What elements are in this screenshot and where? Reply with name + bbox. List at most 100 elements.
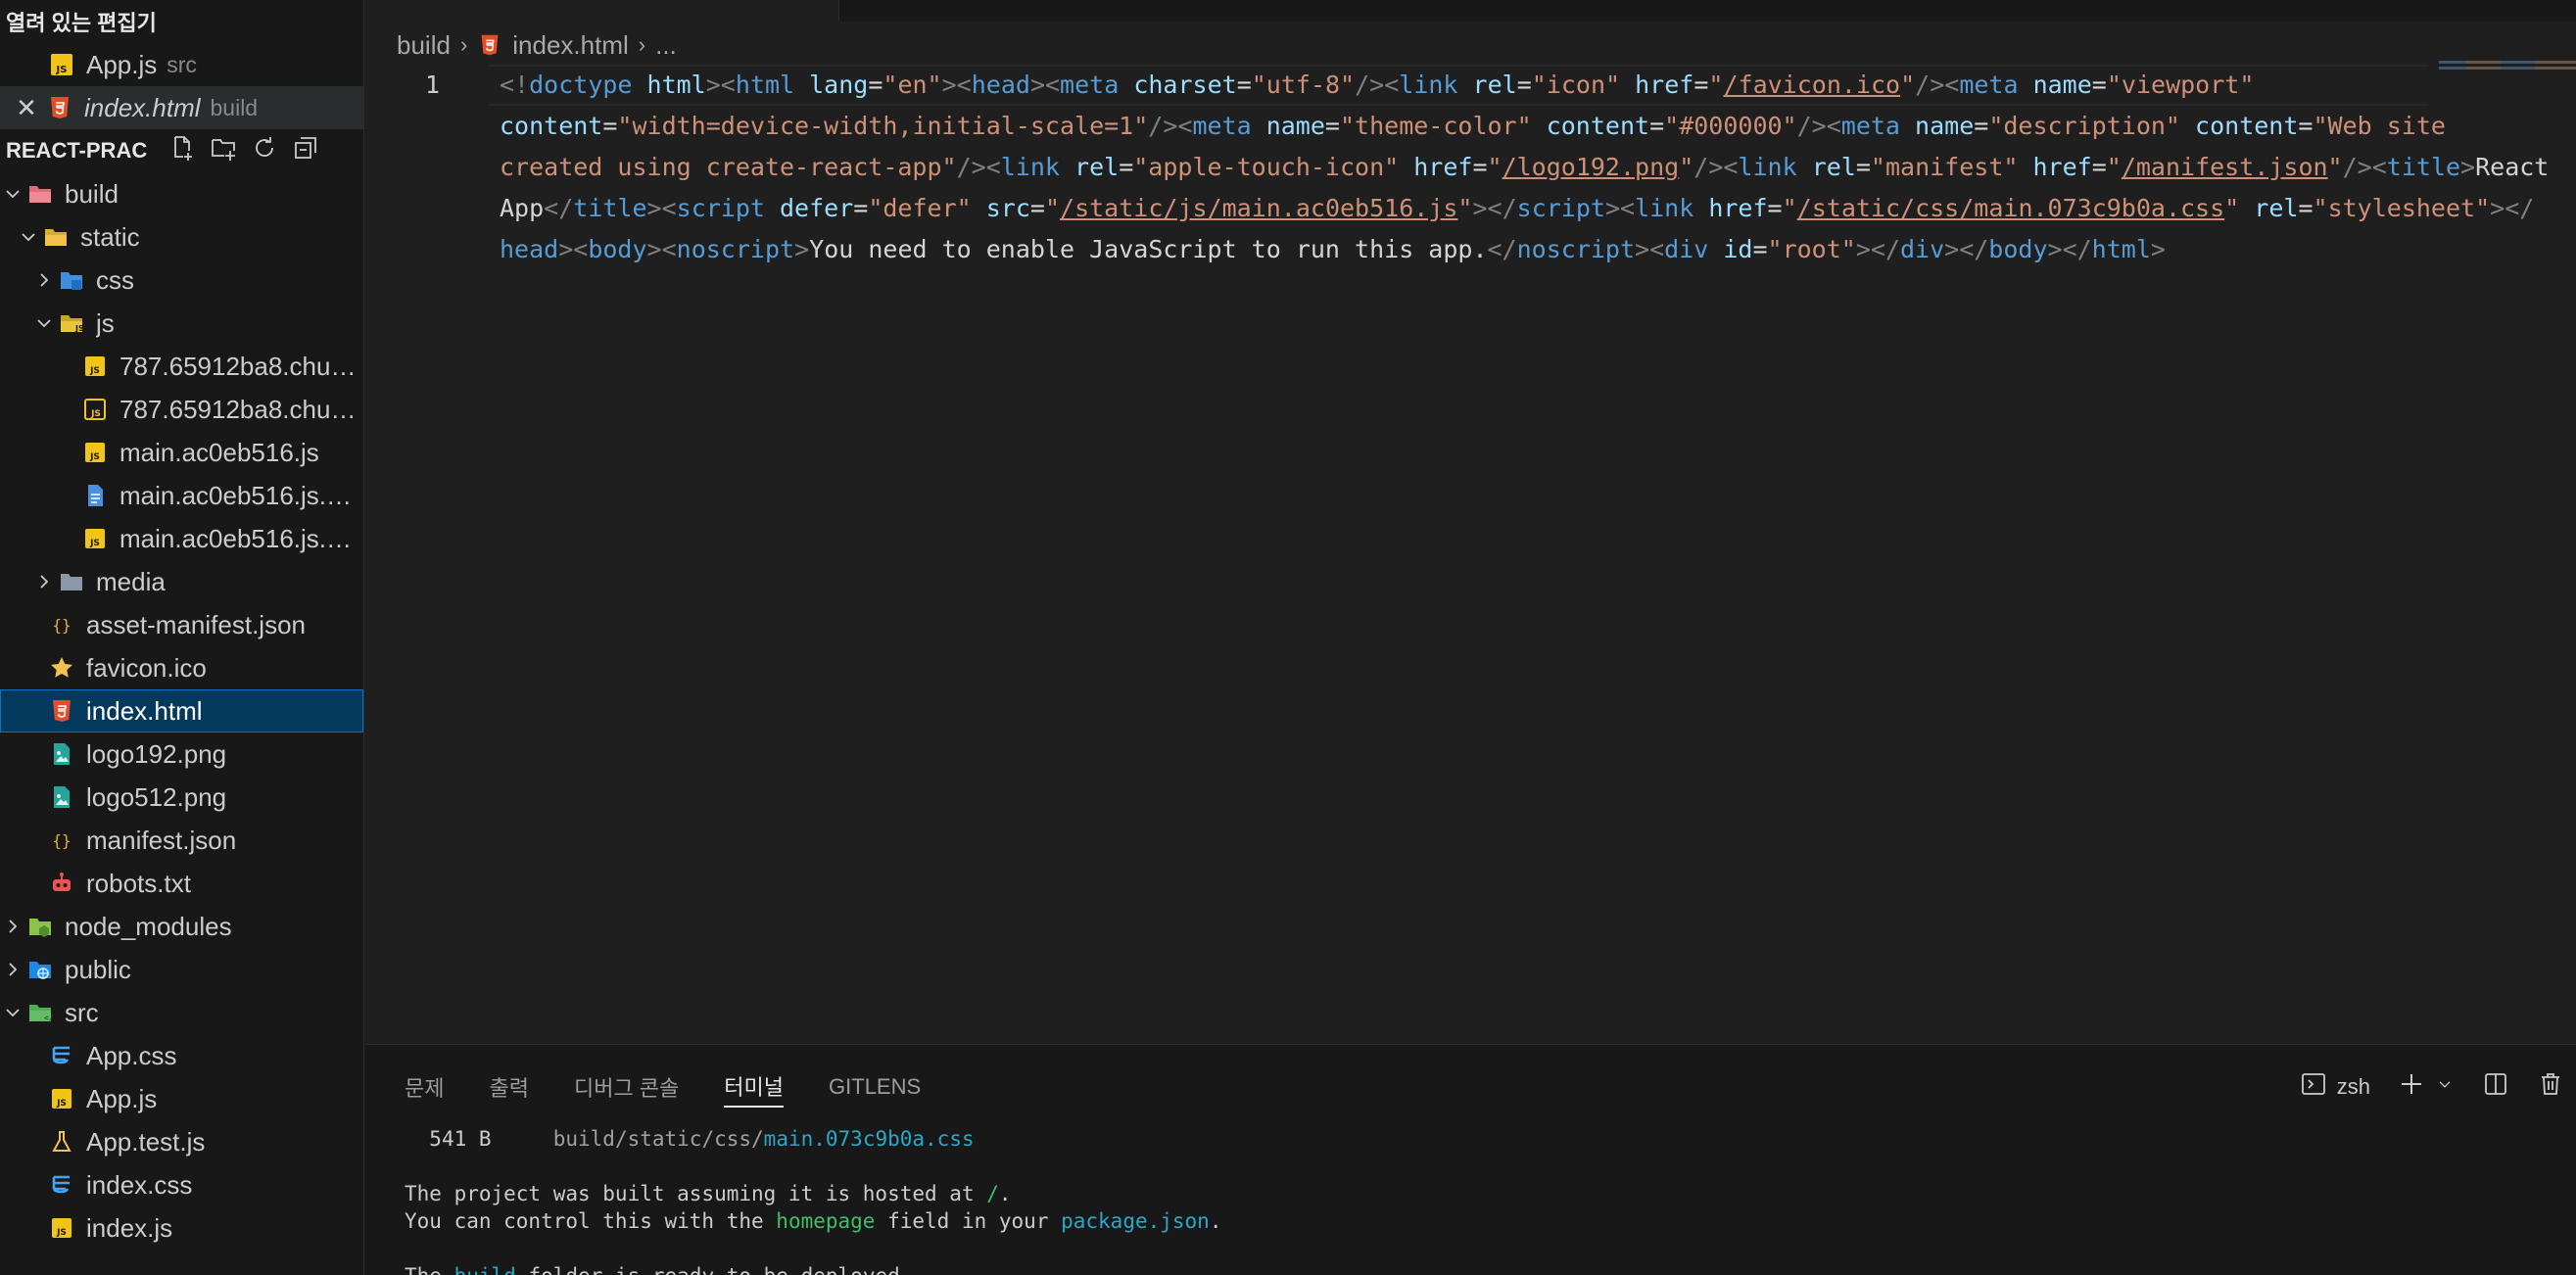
folder-icon	[57, 567, 86, 596]
tree-item-label: manifest.json	[86, 825, 237, 855]
tree-item-label: main.ac0eb516.js.map	[119, 523, 363, 553]
tree-item-file[interactable]: robots.txt	[0, 862, 363, 905]
code-link[interactable]: /favicon.ico	[1723, 71, 1900, 99]
new-terminal-button[interactable]	[2398, 1070, 2455, 1104]
tree-item-file[interactable]: JS 787.65912ba8.chunk.js	[0, 345, 363, 388]
minimap[interactable]	[2439, 61, 2576, 80]
tree-item-selected[interactable]: index.html	[0, 689, 363, 732]
tree-item-static[interactable]: static	[0, 215, 363, 259]
svg-text:JS: JS	[56, 65, 68, 75]
collapse-all-icon[interactable]	[292, 134, 319, 167]
tree-item-file[interactable]: JS main.ac0eb516.js.map	[0, 517, 363, 560]
code-token: title	[2386, 153, 2461, 181]
tree-item-media[interactable]: media	[0, 560, 363, 603]
breadcrumb-item[interactable]: index.html	[512, 30, 629, 61]
tree-item-public[interactable]: public	[0, 948, 363, 991]
terminal-text: folder is ready to be deployed.	[516, 1264, 912, 1275]
folder-icon	[57, 265, 86, 295]
tab-terminal[interactable]: 터미널	[724, 1066, 785, 1108]
terminal-output[interactable]: 541 B build/static/css/main.073c9b0a.css…	[405, 1125, 1221, 1275]
tree-item-file[interactable]: App.css	[0, 1034, 363, 1077]
code-token: lang	[794, 71, 869, 99]
code-token: rel	[1796, 153, 1856, 181]
tree-item-file[interactable]: JS index.js	[0, 1206, 363, 1250]
trash-icon[interactable]	[2537, 1070, 2564, 1104]
code-token: doctype	[529, 71, 633, 99]
code-token: "	[1487, 153, 1503, 181]
tree-item-file[interactable]: logo512.png	[0, 776, 363, 819]
new-folder-icon[interactable]	[210, 134, 237, 167]
refresh-icon[interactable]	[251, 134, 278, 167]
js-file-icon: JS	[47, 1084, 76, 1113]
tree-item-file[interactable]: JS App.js	[0, 1077, 363, 1120]
open-editor-item-app-js[interactable]: JS App.js src	[0, 43, 363, 86]
code-token: =	[1324, 112, 1340, 140]
code-text[interactable]: <!doctype html><html lang="en"><head><me…	[500, 65, 2549, 270]
code-token: >	[794, 235, 810, 263]
code-token: rel	[1059, 153, 1120, 181]
tree-item-css[interactable]: css	[0, 259, 363, 302]
tab-output[interactable]: 출력	[489, 1066, 528, 1108]
tree-item-file[interactable]: favicon.ico	[0, 646, 363, 689]
tree-item-file[interactable]: App.test.js	[0, 1120, 363, 1163]
html-file-icon	[45, 93, 74, 122]
folder-open-icon: JS	[57, 308, 86, 338]
new-file-icon[interactable]	[168, 134, 196, 167]
tree-item-label: public	[65, 954, 131, 984]
code-token: =	[853, 194, 869, 222]
code-token: =	[1516, 71, 1532, 99]
tree-item-src[interactable]: </> src	[0, 991, 363, 1034]
code-token: "	[1708, 71, 1724, 99]
code-token: "width=device-width,initial-scale=1"	[617, 112, 1149, 140]
explorer-sidebar: 열려 있는 편집기 JS App.js src ✕ index.html bui…	[0, 0, 364, 1275]
tab-problems[interactable]: 문제	[405, 1066, 444, 1108]
project-header[interactable]: REACT-PRAC	[0, 129, 363, 172]
code-token: =	[868, 71, 883, 99]
code-link[interactable]: /static/css/main.073c9b0a.css	[1797, 194, 2225, 222]
tree-item-file[interactable]: index.css	[0, 1163, 363, 1206]
code-token: >	[2460, 153, 2476, 181]
tab-gitlens[interactable]: GITLENS	[829, 1066, 921, 1108]
tree-item-file[interactable]: JS 787.65912ba8.chunk.js.LICENSE.txt	[0, 388, 363, 431]
tree-item-file[interactable]: logo192.png	[0, 732, 363, 776]
code-link[interactable]: /logo192.png	[1503, 153, 1680, 181]
code-token: "manifest"	[1870, 153, 2019, 181]
code-token: ></	[1855, 235, 1900, 263]
js-file-icon: JS	[80, 524, 110, 553]
breadcrumb-item[interactable]: ...	[655, 30, 677, 61]
code-token: div	[1899, 235, 1945, 263]
tree-item-js[interactable]: JS js	[0, 302, 363, 345]
code-link[interactable]: /static/js/main.ac0eb516.js	[1060, 194, 1457, 222]
editor-tab[interactable]	[365, 0, 839, 22]
js-file-icon: JS	[47, 50, 76, 79]
open-editor-item-index-html[interactable]: ✕ index.html build	[0, 86, 363, 129]
tab-debug-console[interactable]: 디버그 콘솔	[574, 1066, 679, 1108]
tree-item-file[interactable]: {} asset-manifest.json	[0, 603, 363, 646]
js-file-icon: JS	[47, 1213, 76, 1243]
split-terminal-icon[interactable]	[2482, 1070, 2509, 1104]
folder-open-icon	[25, 179, 55, 209]
tree-item-file[interactable]: {} manifest.json	[0, 819, 363, 862]
tree-item-file[interactable]: main.ac0eb516.js.LICENSE.txt	[0, 474, 363, 517]
tree-item-node-modules[interactable]: node_modules	[0, 905, 363, 948]
code-token: "	[2327, 153, 2343, 181]
breadcrumb-item[interactable]: build	[397, 30, 451, 61]
svg-text:JS: JS	[56, 1228, 67, 1238]
code-link[interactable]: /manifest.json	[2122, 153, 2328, 181]
tree-item-label: App.css	[86, 1040, 177, 1070]
code-link-text: /manifest.json	[2121, 153, 2328, 181]
close-icon[interactable]: ✕	[14, 95, 39, 120]
terminal-text: build	[454, 1264, 516, 1275]
code-token: title	[573, 194, 647, 222]
folder-open-icon: </>	[25, 998, 55, 1027]
chevron-down-icon	[0, 181, 25, 207]
svg-text:</>: </>	[44, 1014, 54, 1022]
terminal-selector[interactable]: zsh	[2300, 1070, 2370, 1104]
tree-item-build[interactable]: build	[0, 172, 363, 215]
tree-item-label: build	[65, 178, 119, 209]
open-editors-title[interactable]: 열려 있는 편집기	[0, 0, 363, 43]
code-token: link	[1000, 153, 1060, 181]
tree-item-label: main.ac0eb516.js	[119, 437, 319, 467]
tree-item-file[interactable]: JS main.ac0eb516.js	[0, 431, 363, 474]
folder-icon	[25, 955, 55, 984]
